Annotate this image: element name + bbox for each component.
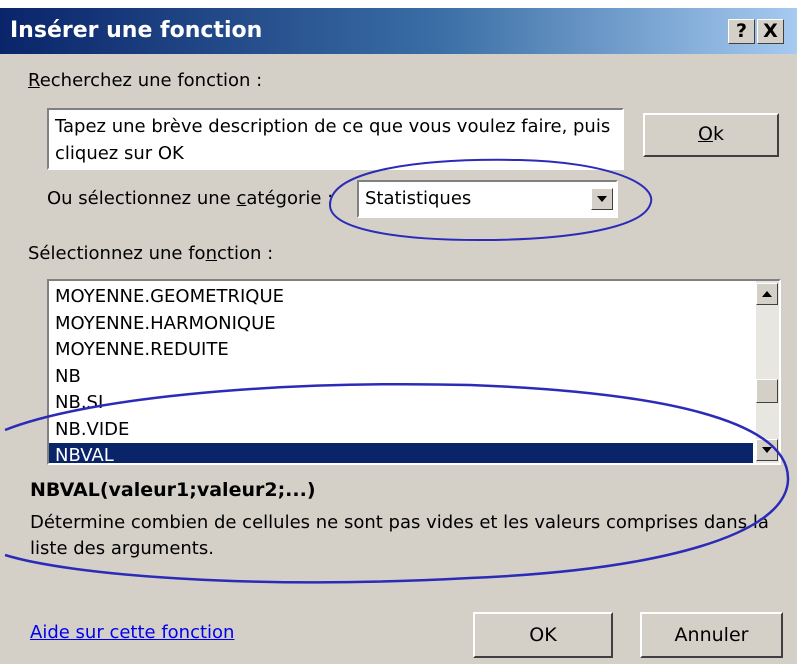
annotation-overlay bbox=[4, 158, 790, 584]
description-annotation-ellipse bbox=[4, 382, 790, 584]
category-annotation-ellipse bbox=[328, 158, 653, 242]
